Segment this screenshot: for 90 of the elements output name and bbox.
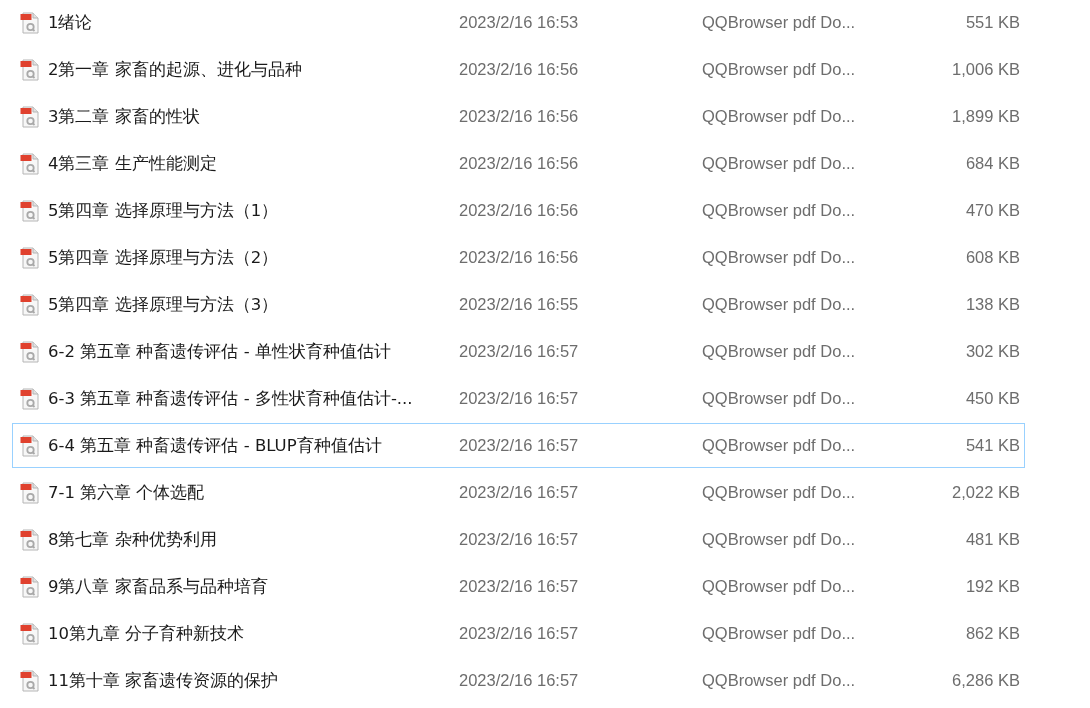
file-type: QQBrowser pdf Do... bbox=[702, 201, 857, 220]
pdf-file-icon bbox=[20, 11, 39, 34]
file-type: QQBrowser pdf Do... bbox=[702, 671, 857, 690]
pdf-file-icon bbox=[20, 528, 39, 551]
file-row[interactable]: 1绪论 2023/2/16 16:53 QQBrowser pdf Do... 551 KB bbox=[12, 0, 1025, 45]
file-type: QQBrowser pdf Do... bbox=[702, 295, 857, 314]
file-type: QQBrowser pdf Do... bbox=[702, 13, 857, 32]
file-row[interactable]: 11第十章 家畜遗传资源的保护 2023/2/16 16:57 QQBrowser pdf Do... 6,286 KB bbox=[12, 658, 1025, 703]
file-size: 541 KB bbox=[965, 436, 1020, 455]
file-name: 5第四章 选择原理与方法（3） bbox=[48, 293, 280, 316]
date-modified: 2023/2/16 16:55 bbox=[459, 295, 580, 314]
file-row[interactable]: 6-3 第五章 种畜遗传评估 - 多性状育种值估计-... 2023/2/16 16:57 QQBrowser pdf Do... 450 KB bbox=[12, 376, 1025, 421]
pdf-file-icon bbox=[20, 152, 39, 175]
date-modified: 2023/2/16 16:56 bbox=[459, 201, 580, 220]
pdf-file-icon bbox=[20, 58, 39, 81]
file-row[interactable]: 7-1 第六章 个体选配 2023/2/16 16:57 QQBrowser pdf Do... 2,022 KB bbox=[12, 470, 1025, 515]
date-modified: 2023/2/16 16:56 bbox=[459, 248, 580, 267]
file-row[interactable]: 2第一章 家畜的起源、进化与品种 2023/2/16 16:56 QQBrowser pdf Do... 1,006 KB bbox=[12, 47, 1025, 92]
date-modified: 2023/2/16 16:57 bbox=[459, 530, 580, 549]
file-name: 9第八章 家畜品系与品种培育 bbox=[48, 575, 269, 598]
date-modified: 2023/2/16 16:56 bbox=[459, 154, 580, 173]
file-size: 481 KB bbox=[965, 530, 1020, 549]
file-name: 10第九章 分子育种新技术 bbox=[48, 622, 246, 645]
pdf-file-icon bbox=[20, 105, 39, 128]
file-row[interactable]: 6-2 第五章 种畜遗传评估 - 单性状育种值估计 2023/2/16 16:57 QQBrowser pdf Do... 302 KB bbox=[12, 329, 1025, 374]
file-name: 1绪论 bbox=[48, 11, 94, 34]
pdf-file-icon bbox=[20, 622, 39, 645]
pdf-file-icon bbox=[20, 481, 39, 504]
file-type: QQBrowser pdf Do... bbox=[702, 154, 857, 173]
pdf-file-icon bbox=[20, 246, 39, 269]
file-type: QQBrowser pdf Do... bbox=[702, 248, 857, 267]
file-type: QQBrowser pdf Do... bbox=[702, 483, 857, 502]
file-type: QQBrowser pdf Do... bbox=[702, 389, 857, 408]
file-type: QQBrowser pdf Do... bbox=[702, 107, 857, 126]
file-size: 2,022 KB bbox=[952, 483, 1020, 502]
file-type: QQBrowser pdf Do... bbox=[702, 530, 857, 549]
file-size: 6,286 KB bbox=[952, 671, 1020, 690]
file-type: QQBrowser pdf Do... bbox=[702, 624, 857, 643]
file-name: 6-3 第五章 种畜遗传评估 - 多性状育种值估计-... bbox=[48, 387, 414, 410]
pdf-file-icon bbox=[20, 293, 39, 316]
file-row[interactable]: 5第四章 选择原理与方法（3） 2023/2/16 16:55 QQBrowser pdf Do... 138 KB bbox=[12, 282, 1025, 327]
file-name: 3第二章 家畜的性状 bbox=[48, 105, 201, 128]
date-modified: 2023/2/16 16:57 bbox=[459, 671, 580, 690]
file-size: 450 KB bbox=[965, 389, 1020, 408]
pdf-file-icon bbox=[20, 669, 39, 692]
file-row[interactable]: 4第三章 生产性能测定 2023/2/16 16:56 QQBrowser pdf Do... 684 KB bbox=[12, 141, 1025, 186]
file-row[interactable]: 5第四章 选择原理与方法（2） 2023/2/16 16:56 QQBrowser pdf Do... 608 KB bbox=[12, 235, 1025, 280]
file-size: 684 KB bbox=[965, 154, 1020, 173]
file-type: QQBrowser pdf Do... bbox=[702, 577, 857, 596]
file-name: 4第三章 生产性能测定 bbox=[48, 152, 218, 175]
file-name: 5第四章 选择原理与方法（2） bbox=[48, 246, 280, 269]
date-modified: 2023/2/16 16:53 bbox=[459, 13, 580, 32]
file-size: 551 KB bbox=[965, 13, 1020, 32]
file-name: 6-4 第五章 种畜遗传评估 - BLUP育种值估计 bbox=[48, 434, 383, 457]
file-row[interactable]: 10第九章 分子育种新技术 2023/2/16 16:57 QQBrowser pdf Do... 862 KB bbox=[12, 611, 1025, 656]
file-name: 11第十章 家畜遗传资源的保护 bbox=[48, 669, 280, 692]
file-size: 302 KB bbox=[965, 342, 1020, 361]
file-type: QQBrowser pdf Do... bbox=[702, 60, 857, 79]
file-row[interactable]: 3第二章 家畜的性状 2023/2/16 16:56 QQBrowser pdf Do... 1,899 KB bbox=[12, 94, 1025, 139]
file-size: 192 KB bbox=[965, 577, 1020, 596]
date-modified: 2023/2/16 16:57 bbox=[459, 389, 580, 408]
file-row[interactable]: 8第七章 杂种优势利用 2023/2/16 16:57 QQBrowser pdf Do... 481 KB bbox=[12, 517, 1025, 562]
file-type: QQBrowser pdf Do... bbox=[702, 342, 857, 361]
file-size: 608 KB bbox=[965, 248, 1020, 267]
date-modified: 2023/2/16 16:56 bbox=[459, 60, 580, 79]
file-size: 138 KB bbox=[965, 295, 1020, 314]
file-name: 6-2 第五章 种畜遗传评估 - 单性状育种值估计 bbox=[48, 340, 392, 363]
file-size: 1,006 KB bbox=[952, 60, 1020, 79]
file-name: 8第七章 杂种优势利用 bbox=[48, 528, 218, 551]
date-modified: 2023/2/16 16:56 bbox=[459, 107, 580, 126]
file-row[interactable]: 9第八章 家畜品系与品种培育 2023/2/16 16:57 QQBrowser pdf Do... 192 KB bbox=[12, 564, 1025, 609]
date-modified: 2023/2/16 16:57 bbox=[459, 342, 580, 361]
pdf-file-icon bbox=[20, 340, 39, 363]
date-modified: 2023/2/16 16:57 bbox=[459, 624, 580, 643]
file-type: QQBrowser pdf Do... bbox=[702, 436, 857, 455]
file-row[interactable]: 5第四章 选择原理与方法（1） 2023/2/16 16:56 QQBrowser pdf Do... 470 KB bbox=[12, 188, 1025, 233]
pdf-file-icon bbox=[20, 199, 39, 222]
file-row[interactable]: 6-4 第五章 种畜遗传评估 - BLUP育种值估计 2023/2/16 16:57 QQBrowser pdf Do... 541 KB bbox=[12, 423, 1025, 468]
file-name: 7-1 第六章 个体选配 bbox=[48, 481, 206, 504]
pdf-file-icon bbox=[20, 575, 39, 598]
file-name: 5第四章 选择原理与方法（1） bbox=[48, 199, 280, 222]
file-size: 862 KB bbox=[965, 624, 1020, 643]
date-modified: 2023/2/16 16:57 bbox=[459, 436, 580, 455]
file-size: 1,899 KB bbox=[952, 107, 1020, 126]
pdf-file-icon bbox=[20, 434, 39, 457]
pdf-file-icon bbox=[20, 387, 39, 410]
file-size: 470 KB bbox=[965, 201, 1020, 220]
file-name: 2第一章 家畜的起源、进化与品种 bbox=[48, 58, 303, 81]
date-modified: 2023/2/16 16:57 bbox=[459, 483, 580, 502]
date-modified: 2023/2/16 16:57 bbox=[459, 577, 580, 596]
